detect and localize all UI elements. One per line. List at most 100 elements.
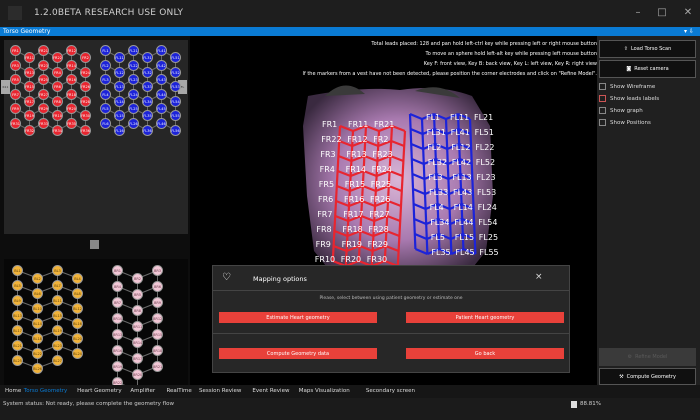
close-icon[interactable]: ✕ [680,4,696,22]
back-right-electrode[interactable]: BR9 [152,297,163,308]
back-right-electrode[interactable]: BR3 [152,265,163,276]
front-left-side-electrode[interactable]: FL13 [114,81,125,93]
back-left-electrode[interactable]: BL4 [72,272,83,284]
front-right-side-electrode[interactable]: FR19 [24,110,35,122]
back-left-electrode[interactable]: BL10 [32,302,43,314]
pin-icon[interactable]: ▾ ⇩ [684,27,694,36]
back-left-electrode[interactable]: BL14 [32,317,43,329]
back-right-electrode[interactable]: BR18 [152,345,163,356]
front-right-side-electrode[interactable]: FR16 [66,74,77,85]
back-right-electrode[interactable]: BR5 [132,289,143,300]
front-right-side-electrode[interactable]: FR25 [38,74,49,85]
front-left-side-electrode[interactable]: FL15 [114,110,125,122]
tab-heart-geometry[interactable]: Heart Geometry [77,385,121,398]
tab-secondary-screen[interactable]: Secondary screen [366,385,415,398]
front-left-side-electrode[interactable]: FL45 [156,103,167,114]
front-right-side-electrode[interactable]: FR13 [24,66,35,78]
refine-model-button[interactable]: ⚙ Refine Model [599,348,696,366]
front-left-side-electrode[interactable]: FL54 [170,95,181,107]
back-left-electrode[interactable]: BL17 [12,325,23,336]
front-left-side-electrode[interactable]: FL53 [170,81,181,93]
front-left-side-electrode[interactable]: FL3 [100,74,111,85]
front-right-side-electrode[interactable]: FR26 [80,81,91,93]
estimate-heart-geometry-button[interactable]: Estimate Heart geometry [219,312,377,323]
show-positions-checkbox[interactable]: Show Positions [599,119,651,126]
back-left-electrode[interactable]: BL11 [52,295,63,306]
front-left-side-electrode[interactable]: FL23 [128,74,139,85]
front-right-side-electrode[interactable]: FR33 [38,117,49,129]
front-left-side-electrode[interactable]: FL35 [142,110,153,122]
patient-heart-geometry-button[interactable]: Patient Heart geometry [406,312,564,323]
back-left-electrode[interactable]: BL3 [52,265,63,276]
minimize-icon[interactable]: – [630,4,646,22]
maximize-icon[interactable]: □ [654,4,670,22]
back-right-electrode[interactable]: BR6 [152,281,163,292]
front-left-side-electrode[interactable]: FL5 [100,103,111,114]
back-left-electrode[interactable]: BL12 [72,302,83,314]
back-right-electrode[interactable]: BR19 [112,361,123,372]
front-right-side-electrode[interactable]: FR21 [38,45,49,56]
tab-event-review[interactable]: Event Review [252,385,289,398]
front-right-side-electrode[interactable]: FR27 [38,88,49,100]
front-right-side-electrode[interactable]: FR18 [66,88,77,100]
front-left-side-electrode[interactable]: FL31 [142,52,153,64]
back-left-electrode[interactable]: BL21 [12,340,23,351]
back-right-electrode[interactable]: BR10 [112,313,123,324]
back-left-electrode[interactable]: BL6 [32,287,43,299]
back-left-electrode[interactable]: BL27 [52,355,63,366]
front-right-side-electrode[interactable]: FR35 [66,117,77,129]
front-right-side-electrode[interactable]: FR7 [10,88,21,100]
back-right-electrode[interactable]: BR15 [152,329,163,340]
back-left-electrode[interactable]: BL1 [12,265,23,276]
tab-home[interactable]: Home [5,385,21,398]
back-left-electrode[interactable]: BL7 [52,280,63,291]
back-left-electrode[interactable]: BL15 [52,310,63,321]
front-left-side-electrode[interactable]: FL42 [156,59,167,71]
front-left-side-electrode[interactable]: FL41 [156,45,167,56]
front-right-side-electrode[interactable]: FR11 [24,52,35,64]
front-right-side-electrode[interactable]: FR20 [66,103,77,114]
front-right-side-electrode[interactable]: FR15 [24,81,35,93]
back-left-electrode[interactable]: BL18 [32,332,43,344]
front-left-side-electrode[interactable]: FL55 [170,110,181,122]
back-left-electrode[interactable]: BL25 [12,355,23,366]
back-left-electrode[interactable]: BL20 [72,332,83,344]
back-left-electrode[interactable]: BL16 [72,317,83,329]
front-right-side-electrode[interactable]: FR34 [52,124,63,136]
front-left-side-electrode[interactable]: FL52 [170,66,181,78]
front-left-side-electrode[interactable]: FL22 [128,59,139,71]
go-back-button[interactable]: Go back [406,348,564,359]
back-left-electrode[interactable]: BL24 [72,347,83,359]
front-right-side-electrode[interactable]: FR10 [52,110,63,122]
front-right-side-electrode[interactable]: FR28 [80,95,91,107]
front-right-side-electrode[interactable]: FR14 [66,59,77,71]
front-left-side-electrode[interactable]: FL43 [156,74,167,85]
front-left-side-electrode[interactable]: FL24 [128,88,139,100]
front-right-side-electrode[interactable]: FR8 [52,95,63,107]
front-left-side-electrode[interactable]: FL36 [142,124,153,136]
back-right-electrode[interactable]: BR11 [132,321,143,332]
show-wireframe-checkbox[interactable]: Show Wireframe [599,83,655,90]
back-right-electrode[interactable]: BR17 [132,353,143,364]
back-right-electrode[interactable]: BR16 [112,345,123,356]
front-left-side-electrode[interactable]: FL2 [100,59,111,71]
front-left-side-electrode[interactable]: FL11 [114,52,125,64]
back-left-electrode[interactable]: BL22 [32,347,43,359]
front-right-side-electrode[interactable]: FR1 [10,45,21,56]
front-left-side-electrode[interactable]: FL25 [128,103,139,114]
front-left-side-electrode[interactable]: FL33 [142,81,153,93]
front-right-side-electrode[interactable]: FR5 [10,74,21,85]
back-left-electrode[interactable]: BL23 [52,340,63,351]
back-right-electrode[interactable]: BR21 [152,361,163,372]
back-right-electrode[interactable]: BR12 [152,313,163,324]
back-left-electrode[interactable]: BL8 [72,287,83,299]
front-left-side-electrode[interactable]: FL12 [114,66,125,78]
front-right-side-electrode[interactable]: FR30 [80,110,91,122]
back-left-electrode[interactable]: BL13 [12,310,23,321]
back-right-electrode[interactable]: BR8 [132,305,143,316]
tab-amplifier[interactable]: Amplifier [130,385,155,398]
front-left-side-electrode[interactable]: FL34 [142,95,153,107]
compute-geometry-button[interactable]: ⚒ Compute Geometry [599,368,696,385]
tab-realtime[interactable]: RealTime [166,385,191,398]
front-right-side-electrode[interactable]: FR22 [52,52,63,64]
